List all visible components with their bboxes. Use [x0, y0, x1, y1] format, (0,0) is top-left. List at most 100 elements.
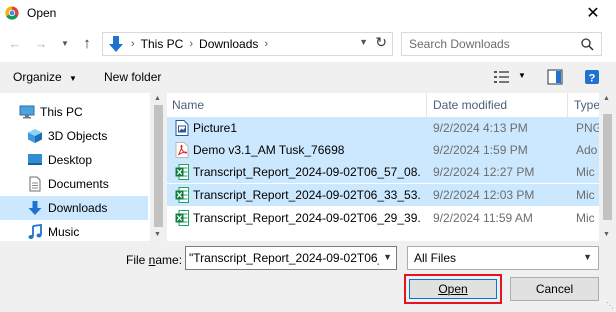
navigation-pane: This PC 3D Objects Desktop Documents Dow… — [0, 93, 150, 241]
chevron-down-icon: ▼ — [583, 252, 592, 262]
cube-icon — [28, 129, 42, 143]
title-bar: Open ✕ — [0, 0, 616, 25]
chevron-down-icon[interactable]: ▼ — [56, 34, 74, 52]
file-name-label-post: ame: — [155, 253, 183, 267]
download-icon — [109, 36, 123, 52]
sidebar-item-downloads[interactable]: Downloads — [0, 196, 148, 220]
arrow-left-icon[interactable]: ← — [6, 34, 24, 52]
file-name: Demo v3.1_AM Tusk_76698 — [193, 143, 345, 157]
chevron-down-icon[interactable]: ▼ — [383, 252, 392, 262]
file-name-combobox[interactable]: ▼ — [185, 246, 397, 270]
excel-file-icon — [175, 164, 189, 180]
desktop-icon — [28, 154, 42, 165]
open-label-rest: pen — [447, 282, 468, 296]
open-button-highlight: Open — [404, 274, 502, 304]
breadcrumb-separator: › — [131, 38, 135, 50]
file-type: Mic — [576, 188, 595, 202]
sidebar-item-music[interactable]: Music — [0, 220, 148, 241]
resize-grip-icon[interactable]: ⋱ — [606, 301, 614, 310]
navigation-pane-scrollbar[interactable]: ▲ ▼ — [150, 93, 167, 241]
file-date: 9/2/2024 12:03 PM — [433, 188, 535, 202]
arrow-up-icon[interactable]: ↑ — [78, 34, 96, 52]
file-type-select[interactable]: All Files ▼ — [407, 246, 599, 270]
file-type: PNG — [576, 121, 599, 135]
cancel-button[interactable]: Cancel — [510, 277, 599, 301]
excel-file-icon — [175, 210, 189, 226]
file-row[interactable]: Transcript_Report_2024-09-02T06_57_08.2.… — [167, 161, 599, 183]
file-row[interactable]: Demo v3.1_AM Tusk_76698 9/2/2024 1:59 PM… — [167, 139, 599, 161]
file-list-scrollbar[interactable]: ▲ ▼ — [599, 93, 616, 241]
breadcrumb-this-pc[interactable]: This PC — [141, 37, 184, 51]
sidebar-item-label: 3D Objects — [48, 129, 108, 143]
column-divider[interactable] — [567, 93, 568, 117]
refresh-icon[interactable]: ↻ — [375, 34, 387, 51]
sidebar-item-label: This PC — [40, 105, 83, 119]
file-type: Ado — [576, 143, 598, 157]
organize-button[interactable]: Organize ▼ — [13, 70, 77, 84]
download-icon — [28, 201, 42, 215]
column-divider[interactable] — [426, 93, 427, 117]
file-name-label: File name: — [126, 253, 182, 267]
scroll-down-icon[interactable]: ▼ — [154, 231, 161, 238]
file-name: Picture1 — [193, 121, 238, 135]
sidebar-item-label: Documents — [48, 177, 109, 191]
chevron-down-icon[interactable]: ▼ — [518, 71, 526, 80]
computer-icon — [19, 105, 35, 119]
image-file-icon — [175, 120, 189, 136]
breadcrumb-downloads[interactable]: Downloads — [199, 37, 258, 51]
scroll-down-icon[interactable]: ▼ — [603, 231, 610, 238]
chevron-down-icon[interactable]: ▼ — [359, 37, 368, 47]
file-list: Name Date modified Type Picture1 9/2/202… — [167, 93, 599, 241]
scrollbar-thumb[interactable] — [154, 105, 163, 227]
file-date: 9/2/2024 12:27 PM — [433, 165, 535, 179]
window-title: Open — [27, 5, 57, 20]
column-header-date-modified[interactable]: Date modified — [433, 93, 507, 117]
help-icon[interactable]: ? — [584, 69, 600, 85]
file-row[interactable]: Transcript_Report_2024-09-02T06_29_39.7.… — [167, 207, 599, 229]
scroll-up-icon[interactable]: ▲ — [603, 95, 610, 102]
command-bar: Organize ▼ New folder ▼ ? — [0, 62, 616, 92]
chrome-icon — [5, 5, 19, 20]
breadcrumb-separator: › — [189, 38, 194, 50]
close-icon[interactable]: ✕ — [570, 0, 616, 25]
sidebar-item-this-pc[interactable]: This PC — [0, 100, 148, 124]
file-name: Transcript_Report_2024-09-02T06_29_39.7.… — [193, 211, 421, 225]
file-name: Transcript_Report_2024-09-02T06_33_53.8.… — [193, 188, 421, 202]
file-name-label-pre: File — [126, 253, 149, 267]
preview-pane-icon[interactable] — [547, 69, 563, 85]
file-type: Mic — [576, 211, 595, 225]
view-options-icon[interactable] — [493, 69, 511, 85]
file-type: Mic — [576, 165, 595, 179]
organize-label: Organize — [13, 70, 62, 84]
search-icon[interactable] — [581, 37, 594, 51]
file-date: 9/2/2024 11:59 AM — [433, 211, 533, 225]
sidebar-item-documents[interactable]: Documents — [0, 172, 148, 196]
open-label-accesskey: O — [438, 282, 448, 296]
excel-file-icon — [175, 187, 189, 203]
column-header-type[interactable]: Type — [574, 93, 599, 117]
file-name: Transcript_Report_2024-09-02T06_57_08.2.… — [193, 165, 421, 179]
breadcrumb-separator: › — [264, 38, 269, 50]
file-row[interactable]: Picture1 9/2/2024 4:13 PM PNG — [167, 117, 599, 139]
open-button[interactable]: Open — [409, 279, 497, 299]
file-name-input[interactable] — [189, 251, 379, 265]
scroll-up-icon[interactable]: ▲ — [154, 95, 161, 102]
new-folder-button[interactable]: New folder — [104, 70, 161, 84]
navigation-bar: ← → ▼ ↑ › This PC › Downloads › ▼ ↻ — [0, 25, 616, 62]
sidebar-item-label: Music — [48, 225, 80, 239]
file-row[interactable]: Transcript_Report_2024-09-02T06_33_53.8.… — [167, 184, 599, 206]
pdf-file-icon — [175, 142, 189, 158]
svg-text:?: ? — [589, 73, 596, 85]
file-date: 9/2/2024 1:59 PM — [433, 143, 528, 157]
search-box[interactable] — [401, 32, 602, 56]
sidebar-item-desktop[interactable]: Desktop — [0, 148, 148, 172]
file-type-value: All Files — [414, 251, 457, 265]
search-input[interactable] — [409, 37, 569, 51]
sidebar-item-3d-objects[interactable]: 3D Objects — [0, 124, 148, 148]
address-bar[interactable]: › This PC › Downloads › ▼ ↻ — [102, 32, 393, 56]
scrollbar-thumb[interactable] — [603, 114, 612, 220]
file-date: 9/2/2024 4:13 PM — [433, 121, 528, 135]
dialog-footer: File name: ▼ All Files ▼ Open Cancel ⋱ — [0, 241, 616, 312]
arrow-right-icon[interactable]: → — [32, 34, 50, 52]
column-header-name[interactable]: Name — [172, 93, 204, 117]
